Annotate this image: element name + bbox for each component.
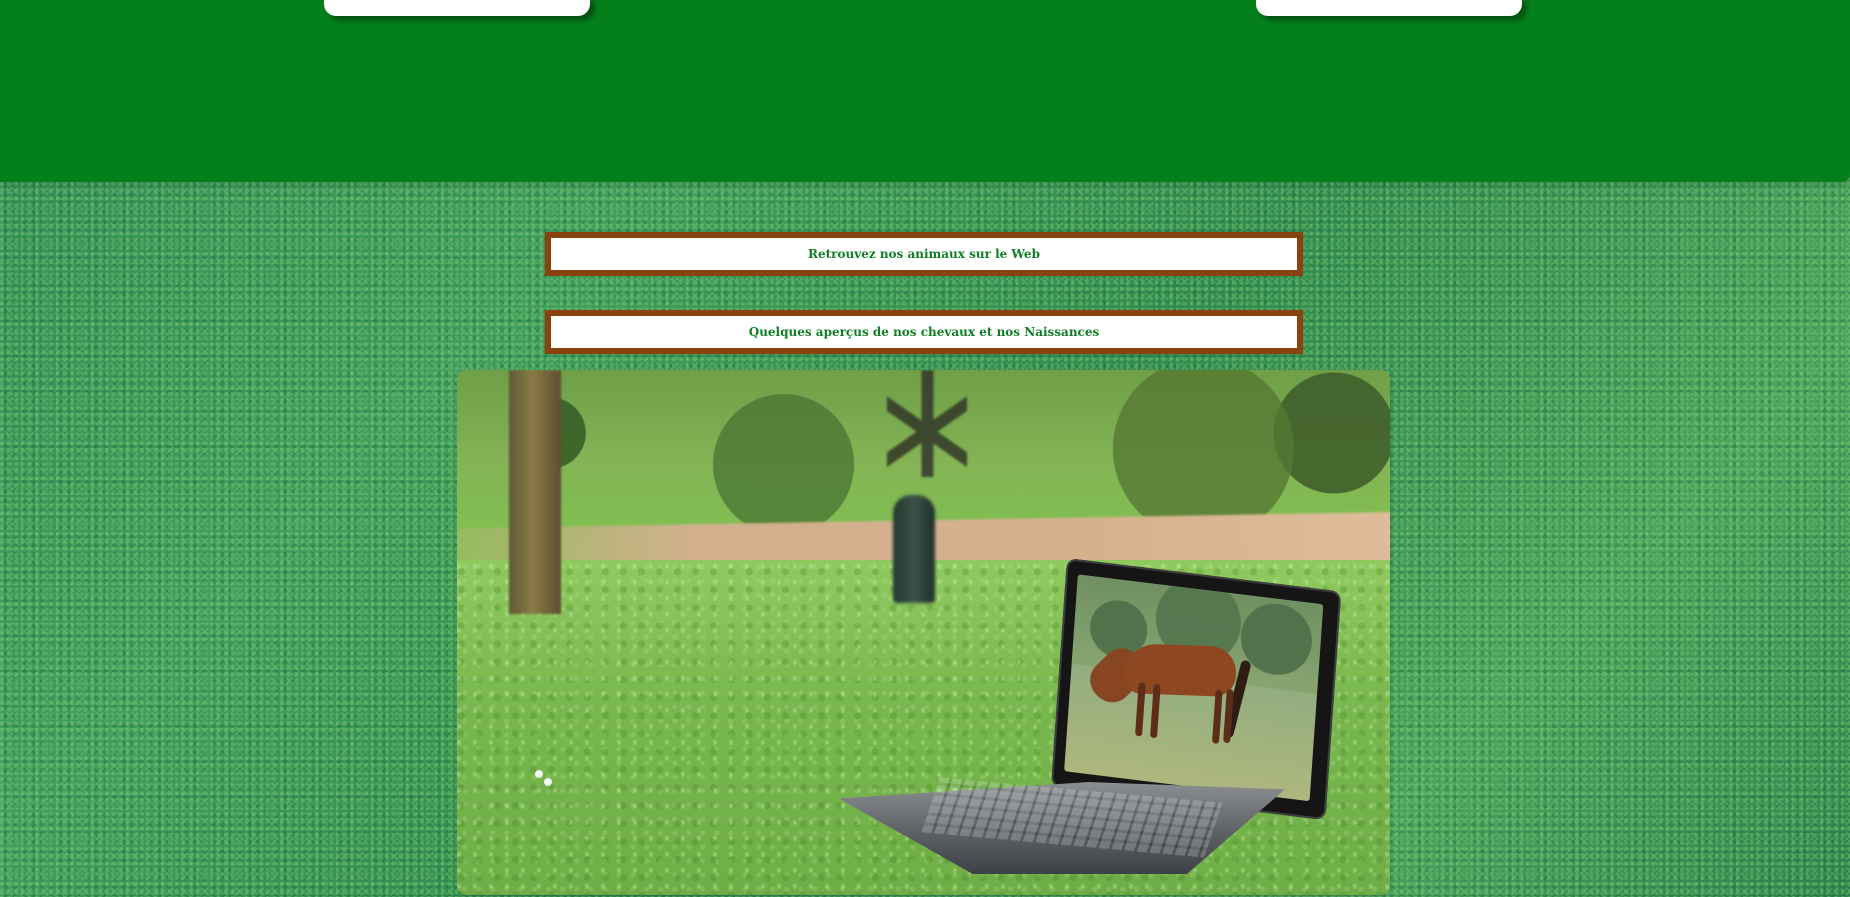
laptop-screen: [1050, 558, 1342, 821]
web-animals-banner-text: Retrouvez nos animaux sur le Web: [808, 247, 1040, 261]
horse-rating-icon: ♞: [1405, 0, 1419, 2]
top-green-band: [0, 0, 1850, 182]
rating-right: ♞ ♞ ♞ ♞ ♞: [1350, 0, 1438, 2]
white-flower: [544, 778, 552, 786]
horses-births-banner: Quelques aperçus de nos chevaux et nos N…: [545, 310, 1303, 354]
white-flower: [535, 770, 543, 778]
horse-rating-icon: ♞: [436, 0, 450, 2]
horse-rating-icon: ♞: [1387, 0, 1401, 2]
horse-rating-icon: ♞: [418, 0, 432, 2]
web-animals-banner: Retrouvez nos animaux sur le Web: [545, 232, 1303, 276]
horse-rating-icon: ♞: [491, 0, 505, 2]
horse-rating-icon: ♞: [1368, 0, 1382, 2]
horse-rating-icon: ♞: [1350, 0, 1364, 2]
horse-rating-icon: ♞: [1423, 0, 1437, 2]
rating-card-right: ♞ ♞ ♞ ♞ ♞: [1256, 0, 1522, 16]
horse-rating-icon: ♞: [473, 0, 487, 2]
horse-leg: [1211, 689, 1223, 744]
rating-card-left: ♞ ♞ ♞ ♞ ♞: [324, 0, 590, 16]
horses-births-banner-text: Quelques aperçus de nos chevaux et nos N…: [748, 325, 1100, 339]
horse-screen-image: [1064, 574, 1324, 802]
horse-rating-icon: ♞: [455, 0, 469, 2]
tree-trunk: [509, 370, 561, 614]
background-tree: [887, 370, 967, 477]
hero-photo: [457, 370, 1390, 895]
park-bollard: [893, 495, 935, 603]
rating-left: ♞ ♞ ♞ ♞ ♞: [418, 0, 506, 2]
